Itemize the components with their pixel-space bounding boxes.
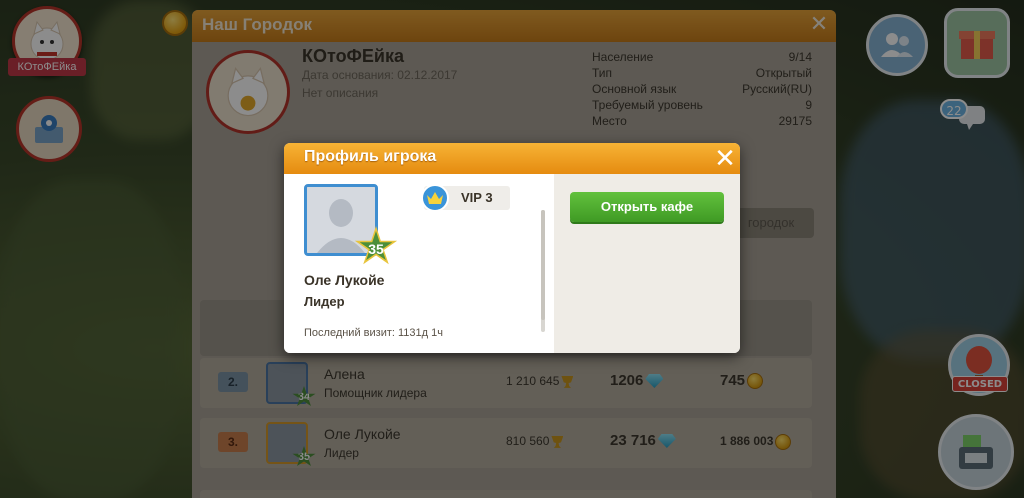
player-profile-dialog: Профиль игрока ✕ 35 Оле Лукойе Лидер Пос… (284, 143, 740, 353)
open-cafe-button[interactable]: Открыть кафе (570, 192, 724, 222)
crown-icon (421, 184, 449, 212)
player-role: Лидер (304, 294, 345, 309)
dialog-title: Профиль игрока (304, 148, 437, 165)
profile-info-panel: 35 Оле Лукойе Лидер Последний визит: 113… (284, 174, 554, 353)
vip-level: VIP 3 (461, 190, 493, 205)
crown-icon-graphic (427, 192, 443, 204)
player-name: Оле Лукойе (304, 272, 385, 288)
profile-actions-panel: Открыть кафе (554, 174, 740, 353)
scrollbar-thumb[interactable] (541, 210, 545, 320)
player-level: 35 (368, 241, 384, 257)
player-level-star: 35 (354, 226, 398, 268)
vip-badge: VIP 3 (421, 184, 510, 212)
last-visit: Последний визит: 1131д 1ч (304, 327, 443, 339)
dialog-header: Профиль игрока ✕ (284, 143, 740, 174)
close-icon[interactable]: ✕ (712, 146, 738, 172)
